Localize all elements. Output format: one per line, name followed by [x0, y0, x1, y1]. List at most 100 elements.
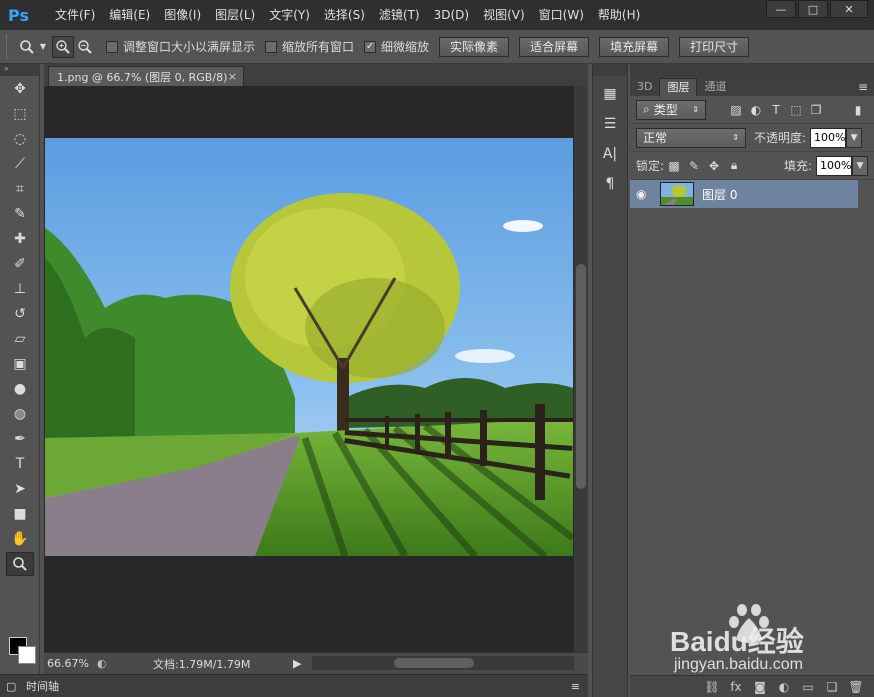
document-tab[interactable]: 1.png @ 66.7% (图层 0, RGB/8) ×	[48, 66, 244, 86]
status-menu-arrow-icon[interactable]: ▶	[293, 657, 305, 670]
healing-brush-tool-icon[interactable]: ✚	[6, 227, 34, 251]
tab-layers[interactable]: 图层	[659, 78, 698, 96]
zoom-tool-icon[interactable]	[6, 552, 34, 576]
menu-file[interactable]: 文件(F)	[48, 0, 102, 30]
paragraph-icon[interactable]: ¶	[596, 172, 624, 196]
eye-icon[interactable]: ◉	[636, 187, 654, 201]
link-layers-icon[interactable]: ⛓	[700, 680, 724, 694]
scrubby-zoom-checkbox[interactable]: ✓ 细微缩放	[364, 38, 429, 55]
shape-tool-icon[interactable]: ■	[6, 502, 34, 526]
gradient-tool-icon[interactable]: ▣	[6, 352, 34, 376]
zoom-all-windows-checkbox[interactable]: 缩放所有窗口	[265, 38, 354, 55]
tools-panel-header[interactable]: »	[0, 64, 39, 76]
vertical-scroll-thumb[interactable]	[576, 264, 586, 489]
hand-tool-icon[interactable]: ✋	[6, 527, 34, 551]
character-icon[interactable]: A|	[596, 142, 624, 166]
tab-channels[interactable]: 通道	[697, 78, 733, 96]
pen-tool-icon[interactable]: ✒	[6, 427, 34, 451]
blur-tool-icon[interactable]: ●	[6, 377, 34, 401]
zoom-level[interactable]: 66.67%	[47, 657, 97, 670]
horizontal-scrollbar[interactable]	[312, 656, 574, 670]
lock-image-icon[interactable]: ✎	[684, 156, 704, 176]
lasso-tool-icon[interactable]: ◌	[6, 127, 34, 151]
type-tool-icon[interactable]: T	[6, 452, 34, 476]
crop-tool-icon[interactable]: ⌗	[6, 177, 34, 201]
filter-shape-icon[interactable]: ⬚	[786, 100, 806, 120]
layer-mask-icon[interactable]: ◙	[748, 680, 772, 694]
menu-view[interactable]: 视图(V)	[476, 0, 532, 30]
lock-all-icon[interactable]: 🔒︎	[724, 156, 744, 176]
tab-3d[interactable]: 3D	[630, 78, 659, 96]
history-icon[interactable]: ☰	[596, 112, 624, 136]
zoom-tool-preset-icon[interactable]	[16, 36, 38, 58]
eyedropper-tool-icon[interactable]: ✎	[6, 202, 34, 226]
filter-pixel-icon[interactable]: ▨	[726, 100, 746, 120]
layer-style-icon[interactable]: fx	[724, 680, 748, 694]
menu-layer[interactable]: 图层(L)	[208, 0, 262, 30]
timeline-label[interactable]: 时间轴	[26, 678, 59, 694]
menu-help[interactable]: 帮助(H)	[591, 0, 647, 30]
strip-header[interactable]	[593, 64, 627, 76]
eraser-tool-icon[interactable]: ▱	[6, 327, 34, 351]
zoom-in-icon[interactable]	[52, 35, 74, 58]
lock-position-icon[interactable]: ✥	[704, 156, 724, 176]
lock-transparent-icon[interactable]: ▩	[664, 156, 684, 176]
marquee-tool-icon[interactable]: ⬚	[6, 102, 34, 126]
path-selection-tool-icon[interactable]: ➤	[6, 477, 34, 501]
checkbox-checked[interactable]: ✓	[364, 40, 377, 53]
opacity-input[interactable]: 100%	[810, 127, 847, 148]
layers-panel-header[interactable]	[630, 64, 874, 76]
chevron-down-icon[interactable]: ▼	[38, 36, 48, 58]
vertical-scrollbar[interactable]	[574, 86, 588, 652]
horizontal-scroll-thumb[interactable]	[394, 658, 474, 668]
move-tool-icon[interactable]: ✥	[6, 77, 34, 101]
menu-type[interactable]: 文字(Y)	[262, 0, 317, 30]
close-button[interactable]: ✕	[830, 0, 868, 18]
menu-edit[interactable]: 编辑(E)	[102, 0, 157, 30]
checkbox-box[interactable]	[265, 40, 278, 53]
menu-3d[interactable]: 3D(D)	[427, 0, 476, 30]
layer-thumbnail[interactable]	[660, 182, 694, 206]
trash-icon[interactable]: 🗑︎	[844, 680, 868, 694]
quick-selection-tool-icon[interactable]: ⟋	[6, 152, 34, 176]
menu-select[interactable]: 选择(S)	[317, 0, 372, 30]
layer-name[interactable]: 图层 0	[702, 186, 737, 203]
checkbox-box[interactable]	[106, 40, 118, 53]
zoom-out-icon[interactable]	[74, 36, 96, 58]
new-layer-icon[interactable]: ❏	[820, 680, 844, 694]
opacity-dropdown-icon[interactable]: ▼	[846, 127, 863, 148]
filter-adjustment-icon[interactable]: ◐	[746, 100, 766, 120]
fit-screen-button[interactable]: 适合屏幕	[519, 36, 590, 57]
minimize-button[interactable]: —	[766, 0, 796, 18]
filter-kind-select[interactable]: ⌕ 类型 ⇕	[636, 99, 706, 120]
dodge-tool-icon[interactable]: ◍	[6, 402, 34, 426]
histogram-icon[interactable]: ▦	[596, 82, 624, 106]
menu-filter[interactable]: 滤镜(T)	[372, 0, 427, 30]
options-grip[interactable]	[6, 34, 10, 59]
document-image[interactable]	[45, 138, 573, 556]
fill-input[interactable]: 100%	[816, 155, 852, 176]
resize-windows-checkbox[interactable]: 调整窗口大小以满屏显示	[106, 38, 255, 55]
actual-pixels-button[interactable]: 实际像素	[439, 36, 510, 57]
brush-tool-icon[interactable]: ✐	[6, 252, 34, 276]
filter-smart-object-icon[interactable]: ❐	[806, 100, 826, 120]
fill-screen-button[interactable]: 填充屏幕	[599, 36, 670, 57]
maximize-button[interactable]: □	[798, 0, 828, 18]
share-icon[interactable]: ◐	[97, 657, 117, 670]
clone-stamp-tool-icon[interactable]: ⊥	[6, 277, 34, 301]
panel-menu-icon[interactable]: ≡	[858, 78, 868, 96]
menu-window[interactable]: 窗口(W)	[532, 0, 591, 30]
filter-type-icon[interactable]: T	[766, 100, 786, 120]
print-size-button[interactable]: 打印尺寸	[679, 36, 750, 57]
menu-image[interactable]: 图像(I)	[157, 0, 208, 30]
close-tab-icon[interactable]: ×	[228, 70, 237, 83]
layer-row[interactable]: ◉ 图层 0	[630, 180, 858, 208]
timeline-panel-bar[interactable]: ▢ 时间轴 ≡	[0, 674, 588, 697]
background-color-swatch[interactable]	[18, 646, 36, 664]
blend-mode-select[interactable]: 正常 ⇕	[636, 127, 746, 148]
panel-menu-icon[interactable]: ≡	[571, 680, 580, 693]
canvas-area[interactable]	[44, 86, 574, 652]
new-group-icon[interactable]: ▭	[796, 680, 820, 694]
adjustment-layer-icon[interactable]: ◐	[772, 680, 796, 694]
history-brush-tool-icon[interactable]: ↺	[6, 302, 34, 326]
